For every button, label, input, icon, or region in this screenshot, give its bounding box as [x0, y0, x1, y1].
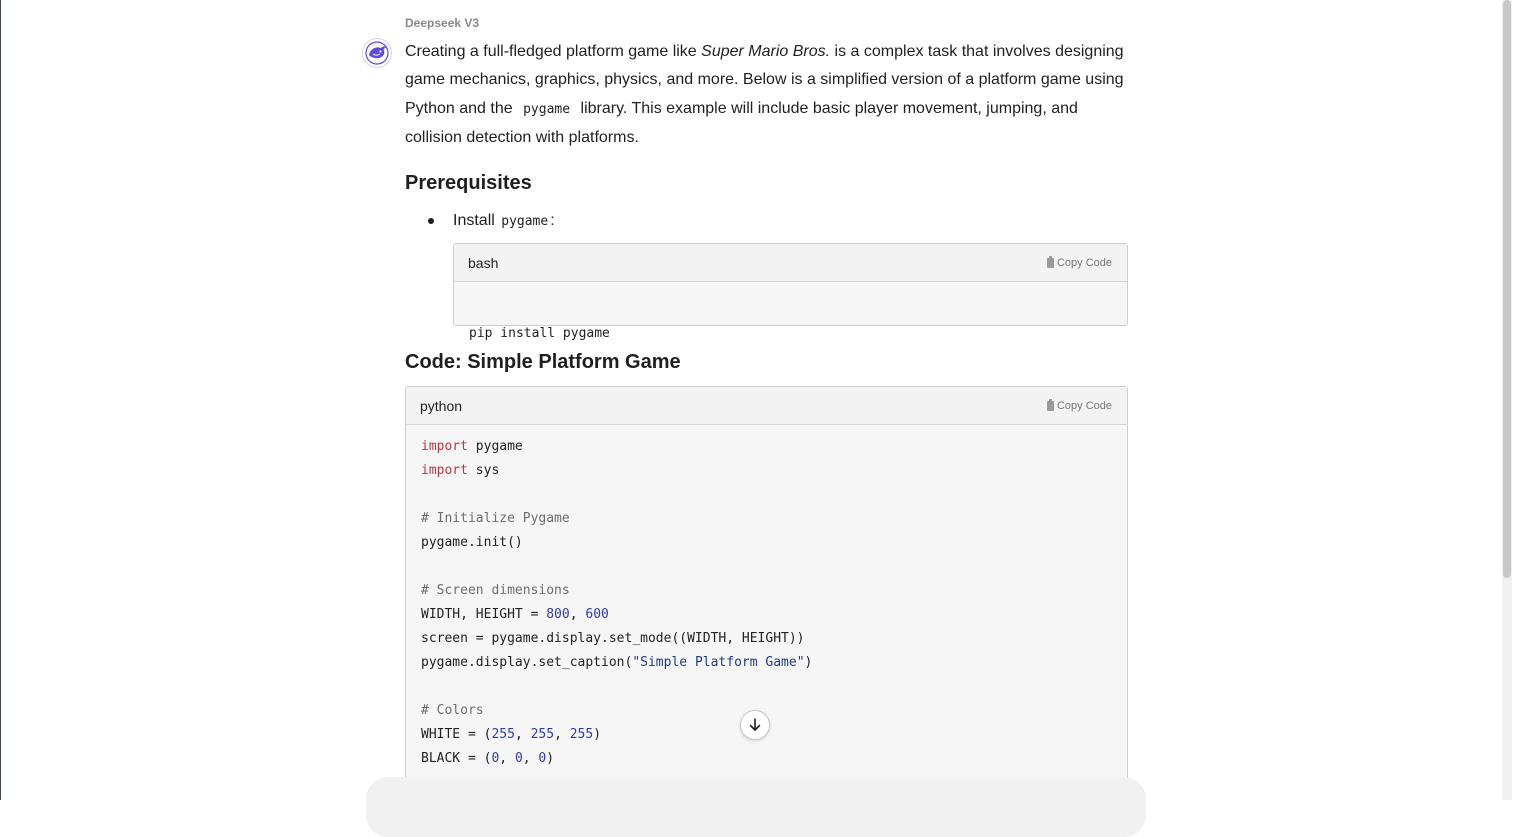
- bash-copy-label: Copy Code: [1056, 256, 1112, 269]
- code-token: import: [421, 463, 468, 478]
- clipboard-icon: [1046, 255, 1054, 268]
- python-copy-code-button[interactable]: Copy Code: [1046, 398, 1112, 412]
- python-code-header: python Copy Code: [406, 387, 1127, 425]
- chat-input-bar[interactable]: [366, 777, 1146, 837]
- code-line: import sys: [421, 459, 1127, 483]
- bullet-dot: [428, 218, 434, 224]
- model-name-label: Deepseek V3: [405, 16, 480, 30]
- code-token: ,: [522, 751, 539, 766]
- code-token: ): [804, 655, 813, 670]
- code-line: import pygame: [421, 435, 1127, 459]
- python-copy-label: Copy Code: [1056, 399, 1112, 412]
- intro-emphasis: Super Mario Bros.: [701, 43, 831, 60]
- code-token: pygame.display.set_caption(: [421, 655, 633, 670]
- code-token: ): [546, 751, 555, 766]
- code-line: BLACK = (0, 0, 0): [421, 747, 1127, 771]
- code-token: 0: [514, 751, 523, 766]
- code-token: WHITE = (: [421, 727, 492, 742]
- scroll-to-bottom-button[interactable]: [740, 710, 770, 740]
- code-token: pygame.init(): [421, 535, 523, 550]
- code-token: # Screen dimensions: [421, 583, 570, 598]
- code-line: pygame.init(): [421, 531, 1127, 555]
- prerequisites-heading: Prerequisites: [405, 172, 532, 194]
- code-token: ,: [499, 751, 515, 766]
- code-line: WIDTH, HEIGHT = 800, 600: [421, 603, 1127, 627]
- window-right-edge: [1513, 0, 1524, 800]
- bash-copy-code-button[interactable]: Copy Code: [1046, 255, 1112, 269]
- bullet-suffix: :: [550, 212, 555, 229]
- clipboard-icon: [1046, 398, 1054, 411]
- code-line: pip install pygame: [469, 326, 610, 341]
- code-line: WHITE = (255, 255, 255): [421, 723, 1127, 747]
- code-token: sys: [467, 463, 500, 478]
- code-token: screen = pygame.display.set_mode((WIDTH,…: [421, 631, 805, 646]
- code-token: WIDTH, HEIGHT =: [421, 607, 547, 622]
- prereq-bullet-item: Install pygame:: [453, 211, 555, 232]
- scrollbar-thumb[interactable]: [1503, 0, 1511, 578]
- code-token: ): [593, 727, 602, 742]
- intro-text-1: Creating a full-fledged platform game li…: [405, 43, 702, 60]
- code-token: "Simple Platform Game": [632, 655, 805, 670]
- code-section-heading: Code: Simple Platform Game: [405, 351, 681, 373]
- code-line: screen = pygame.display.set_mode((WIDTH,…: [421, 627, 1127, 651]
- code-token: ,: [569, 607, 586, 622]
- code-line: # Screen dimensions: [421, 579, 1127, 603]
- inline-code-pygame: pygame: [523, 101, 571, 117]
- code-token: 800: [546, 607, 570, 622]
- arrow-down-icon: [749, 718, 761, 731]
- code-token: # Colors: [421, 703, 484, 718]
- bash-code-block: bash Copy Code pip install pygame: [453, 243, 1128, 341]
- code-token: 600: [585, 607, 609, 622]
- code-token: # Initialize Pygame: [421, 511, 570, 526]
- python-code-block: python Copy Code import pygame import sys…: [405, 386, 1128, 816]
- bullet-label: Install: [453, 212, 500, 229]
- python-lang-label: python: [420, 397, 463, 414]
- code-line: pygame.display.set_caption("Simple Platf…: [421, 651, 1127, 675]
- code-token: ,: [514, 727, 531, 742]
- code-token: 255: [530, 727, 555, 742]
- bash-code-header: bash Copy Code: [454, 244, 1127, 282]
- inline-code-pygame-bullet: pygame: [501, 214, 549, 229]
- window-left-border: [0, 0, 1, 800]
- code-token: ,: [554, 727, 570, 742]
- deepseek-whale-icon: [362, 38, 392, 68]
- code-line: # Initialize Pygame: [421, 507, 1127, 531]
- code-token: pygame: [467, 439, 523, 454]
- bash-lang-label: bash: [468, 254, 499, 271]
- intro-paragraph: Creating a full-fledged platform game li…: [405, 38, 1135, 152]
- code-line: # Colors: [421, 699, 1127, 723]
- code-token: 255: [569, 727, 594, 742]
- code-token: import: [421, 439, 468, 454]
- code-token: BLACK = (: [421, 751, 492, 766]
- code-token: 255: [491, 727, 515, 742]
